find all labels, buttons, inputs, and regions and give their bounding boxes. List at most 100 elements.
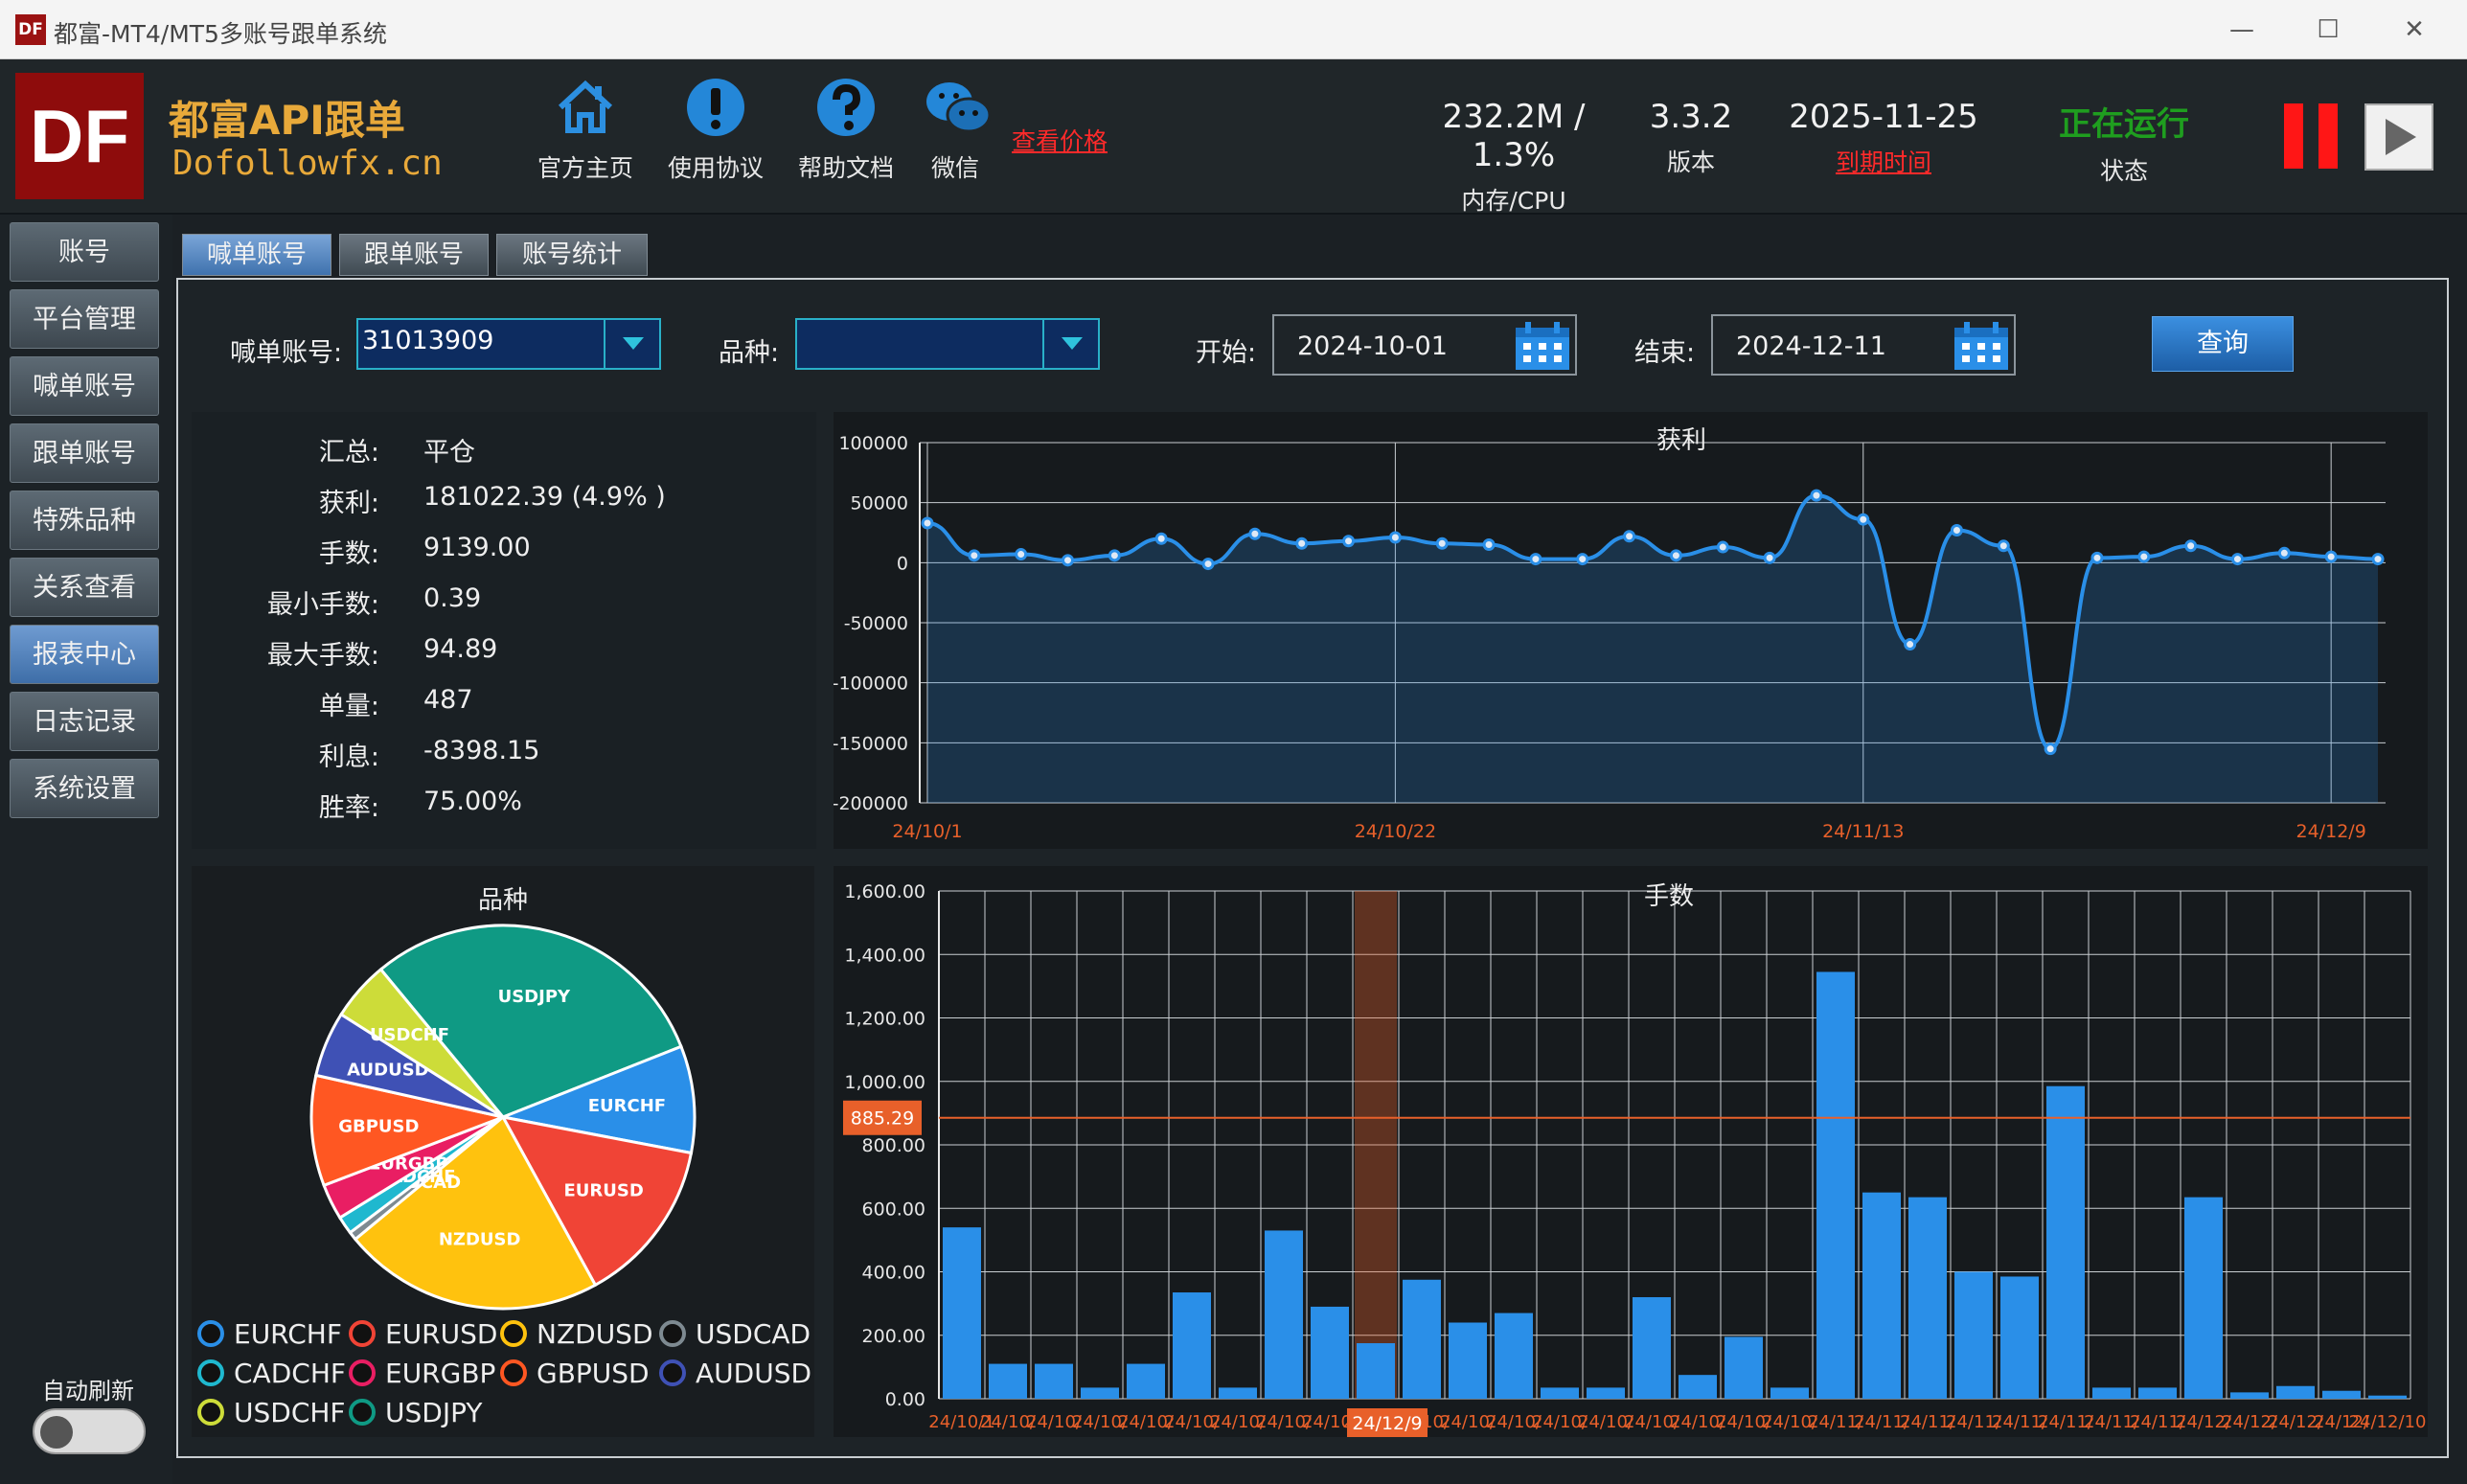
lots-bar[interactable] [2138,1387,2177,1399]
lots-bar[interactable] [989,1363,1027,1399]
legend-item[interactable]: EURGBP [349,1358,495,1389]
lots-bar[interactable] [1081,1387,1119,1399]
legend-item[interactable]: USDCAD [659,1318,811,1350]
lots-bar[interactable] [1035,1363,1073,1399]
profit-point[interactable] [1154,532,1168,545]
profit-point[interactable] [2090,551,2104,564]
maximize-button[interactable]: ☐ [2299,11,2357,48]
legend-item[interactable]: CADCHF [197,1358,346,1389]
legend-item[interactable]: EURUSD [349,1318,497,1350]
lots-bar[interactable] [1954,1271,1993,1400]
lots-bar[interactable] [1816,971,1855,1399]
profit-point[interactable] [2044,742,2057,756]
lots-bar[interactable] [1633,1297,1671,1399]
profit-point[interactable] [1062,554,1075,567]
profit-point[interactable] [1810,489,1823,502]
profit-point[interactable] [1529,553,1542,566]
lots-bar[interactable] [2092,1387,2131,1399]
profit-point[interactable] [2371,553,2385,566]
symbol-select[interactable] [795,318,1100,370]
profit-point[interactable] [1248,527,1262,540]
profit-point[interactable] [1623,530,1636,543]
lots-bar[interactable] [1679,1375,1717,1399]
profit-point[interactable] [1576,553,1589,566]
lots-bar[interactable] [2322,1390,2361,1399]
sidebar-item-logs[interactable]: 日志记录 [10,692,159,751]
legend-item[interactable]: AUDUSD [659,1358,811,1389]
calendar-icon[interactable] [1953,320,2010,372]
legend-item[interactable]: USDCHF [197,1397,346,1428]
nav-agreement-button[interactable]: 使用协议 [653,77,778,182]
legend-item[interactable]: USDJPY [349,1397,482,1428]
legend-item[interactable]: EURCHF [197,1318,342,1350]
expiry-link[interactable]: 到期时间 [1770,144,1997,178]
profit-point[interactable] [1388,531,1402,544]
lots-bar[interactable] [1449,1322,1487,1400]
profit-point[interactable] [1015,548,1028,561]
lots-bar[interactable] [1541,1387,1579,1399]
lots-bar[interactable] [2276,1385,2315,1399]
nav-help-button[interactable]: 帮助文档 [784,77,908,182]
profit-point[interactable] [2324,550,2338,563]
profit-point[interactable] [2277,546,2291,559]
sidebar-item-relations[interactable]: 关系查看 [10,558,159,617]
close-button[interactable]: ✕ [2386,11,2443,48]
sidebar-item-reports[interactable]: 报表中心 [10,625,159,684]
end-date-input[interactable]: 2024-12-11 [1711,314,2016,376]
view-price-link[interactable]: 查看价格 [1012,123,1108,157]
lots-bar[interactable] [2368,1395,2407,1399]
tab-follower-account[interactable]: 跟单账号 [339,234,489,276]
legend-item[interactable]: GBPUSD [500,1358,650,1389]
profit-point[interactable] [1904,638,1917,651]
profit-point[interactable] [1669,549,1682,562]
lots-bar[interactable] [943,1227,981,1399]
lots-bar[interactable] [1495,1313,1533,1399]
account-select[interactable]: 31013909 [356,318,661,370]
profit-point[interactable] [1997,539,2010,553]
auto-refresh-toggle[interactable] [33,1408,146,1454]
lots-bar[interactable] [1357,1343,1395,1399]
lots-bar[interactable] [2184,1197,2223,1399]
lots-bar[interactable] [2230,1392,2269,1399]
sidebar-item-special-symbol[interactable]: 特殊品种 [10,491,159,550]
chevron-down-icon[interactable] [1042,320,1098,368]
lots-bar[interactable] [1862,1192,1901,1399]
profit-point[interactable] [1295,537,1309,550]
lots-bar[interactable] [1265,1230,1303,1399]
play-button[interactable] [2364,103,2433,171]
sidebar-item-platform[interactable]: 平台管理 [10,289,159,349]
lots-bar[interactable] [1311,1306,1349,1399]
minimize-button[interactable]: — [2213,11,2271,48]
sidebar-item-settings[interactable]: 系统设置 [10,759,159,818]
lots-bar[interactable] [1127,1363,1165,1399]
sidebar-item-account[interactable]: 账号 [10,222,159,282]
lots-bar[interactable] [1173,1292,1211,1399]
lots-bar[interactable] [1908,1197,1947,1399]
lots-bar[interactable] [2000,1276,2039,1399]
profit-point[interactable] [1763,551,1776,564]
pause-button[interactable] [2284,103,2340,169]
profit-point[interactable] [2137,550,2151,563]
lots-bar[interactable] [1219,1387,1257,1399]
tab-account-stats[interactable]: 账号统计 [496,234,648,276]
profit-point[interactable] [921,516,934,530]
profit-point[interactable] [1201,558,1215,571]
profit-point[interactable] [968,549,981,562]
sidebar-item-follower-account[interactable]: 跟单账号 [10,423,159,483]
lots-bar[interactable] [1770,1387,1809,1399]
nav-home-button[interactable]: 官方主页 [523,77,648,182]
profit-point[interactable] [1108,549,1121,562]
profit-point[interactable] [1857,513,1870,526]
start-date-input[interactable]: 2024-10-01 [1272,314,1577,376]
profit-point[interactable] [1342,535,1356,548]
nav-wechat-button[interactable]: 微信 [893,77,1017,182]
profit-point[interactable] [1950,523,1963,537]
chevron-down-icon[interactable] [604,320,659,368]
profit-point[interactable] [1716,540,1729,554]
lots-bar[interactable] [1587,1387,1625,1399]
tab-signal-account[interactable]: 喊单账号 [182,234,331,276]
profit-point[interactable] [2230,553,2244,566]
profit-point[interactable] [1482,538,1496,552]
legend-item[interactable]: NZDUSD [500,1318,653,1350]
profit-point[interactable] [1435,537,1449,550]
